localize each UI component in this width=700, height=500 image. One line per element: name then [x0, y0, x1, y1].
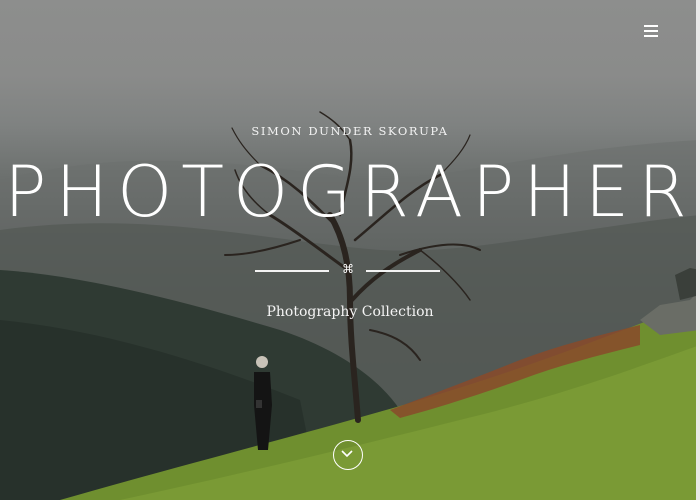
divider-line-right: [366, 270, 440, 272]
command-symbol-icon: ⌘: [342, 262, 354, 276]
chevron-down-icon: [341, 450, 353, 458]
scroll-down-button[interactable]: [333, 440, 363, 470]
landscape-photo: [0, 111, 700, 500]
hero-section: SIMON DUNDER SKORUPA PHOTOGRAPHER ⌘ Phot…: [0, 0, 700, 500]
divider-line-left: [255, 270, 329, 272]
scrollbar-track[interactable]: [696, 0, 700, 500]
page-title: PHOTOGRAPHER: [4, 151, 696, 233]
photographer-name: SIMON DUNDER SKORUPA: [251, 124, 449, 138]
hamburger-menu-icon[interactable]: [641, 22, 661, 40]
page-subtitle: Photography Collection: [266, 304, 434, 320]
